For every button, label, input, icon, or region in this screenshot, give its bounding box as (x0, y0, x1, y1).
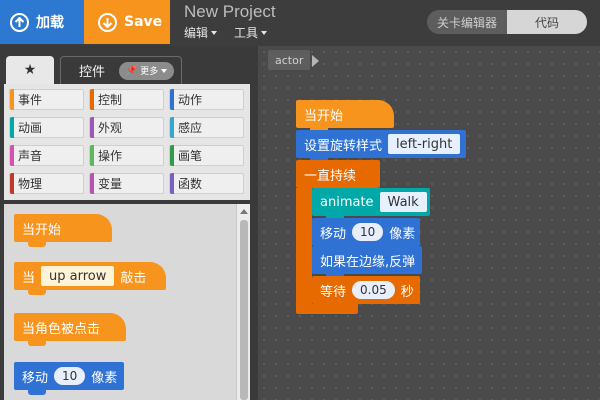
save-label: Save (124, 14, 163, 30)
block-label: 等待 (320, 284, 347, 300)
block-palette-panel: ★ 控件 📌 更多 事件 控制 动作 动画 外观 感应 声音 操作 画笔 物理 … (0, 46, 258, 400)
forever-block-arm (296, 188, 312, 306)
favorites-tab[interactable]: ★ (6, 56, 54, 84)
move-block[interactable]: 移动 10 像素 (14, 362, 124, 395)
category-operators[interactable]: 操作 (89, 145, 164, 166)
when-key-pressed-block[interactable]: 当 up arrow 敲击 (14, 262, 166, 295)
block-label: 如果在边缘,反弹 (320, 254, 416, 270)
load-button[interactable]: 加载 (0, 0, 84, 44)
pin-icon: 📌 (126, 65, 138, 76)
category-grid: 事件 控制 动作 动画 外观 感应 声音 操作 画笔 物理 变量 函数 (4, 84, 250, 200)
when-actor-clicked-block[interactable]: 当角色被点击 (14, 313, 126, 346)
controls-tab[interactable]: 控件 📌 更多 (60, 56, 182, 84)
top-toolbar: 加载 Save New Project 编辑 工具 关卡编辑器 代码 (0, 0, 600, 46)
block-list: 当开始 当 up arrow 敲击 当角色被点击 移动 10 像素 (4, 204, 250, 400)
edit-menu[interactable]: 编辑 (184, 24, 218, 41)
scroll-up-icon[interactable] (239, 209, 248, 214)
save-button[interactable]: Save (84, 0, 170, 44)
wait-seconds-input[interactable]: 0.05 (352, 281, 395, 299)
move-steps-input[interactable]: 10 (352, 223, 384, 241)
block-label: 像素 (389, 226, 416, 242)
load-label: 加载 (36, 15, 64, 31)
code-workspace[interactable]: actor 当开始 设置旋转样式 left-right 一直持续 animate… (258, 46, 600, 400)
block-label: 移动 (320, 226, 347, 242)
block-label: 敲击 (120, 270, 147, 286)
set-rotation-style-block[interactable]: 设置旋转样式 left-right (296, 130, 466, 163)
category-looks[interactable]: 外观 (89, 117, 164, 138)
actor-tab[interactable]: actor (268, 50, 311, 70)
upload-arrow-icon (10, 12, 29, 32)
rotation-style-dropdown[interactable]: left-right (388, 134, 461, 154)
forever-block[interactable]: 一直持续 (296, 160, 380, 188)
bounce-on-edge-block[interactable]: 如果在边缘,反弹 (312, 246, 422, 279)
block-label: 当开始 (304, 108, 344, 124)
block-label: 当开始 (22, 222, 62, 238)
code-toggle[interactable]: 代码 (507, 10, 587, 34)
block-label: 像素 (91, 370, 118, 386)
when-run-block[interactable]: 当开始 (14, 214, 112, 247)
move-steps-input[interactable]: 10 (54, 367, 86, 385)
block-label: 秒 (400, 284, 414, 300)
block-label: 一直持续 (304, 168, 357, 184)
scrollbar-thumb[interactable] (240, 220, 248, 400)
block-label: animate (320, 194, 374, 210)
more-button[interactable]: 📌 更多 (119, 61, 175, 80)
editor-mode-toggle: 关卡编辑器 代码 (427, 10, 587, 34)
chevron-down-icon (211, 30, 218, 35)
project-title[interactable]: New Project (184, 2, 276, 22)
move-block[interactable]: 移动 10 像素 (312, 218, 420, 251)
category-motion[interactable]: 动作 (169, 89, 244, 110)
category-sensing[interactable]: 感应 (169, 117, 244, 138)
more-label: 更多 (140, 67, 159, 77)
category-sound[interactable]: 声音 (9, 145, 84, 166)
category-events[interactable]: 事件 (9, 89, 84, 110)
palette-scrollbar[interactable] (236, 204, 250, 400)
block-label: 移动 (22, 370, 49, 386)
controls-tab-label: 控件 (79, 65, 106, 80)
block-label: 设置旋转样式 (304, 138, 383, 154)
category-control[interactable]: 控制 (89, 89, 164, 110)
wait-block[interactable]: 等待 0.05 秒 (312, 276, 420, 309)
category-animation[interactable]: 动画 (9, 117, 84, 138)
category-pen[interactable]: 画笔 (169, 145, 244, 166)
key-dropdown[interactable]: up arrow (41, 266, 115, 286)
chevron-down-icon (261, 30, 268, 35)
animation-dropdown[interactable]: Walk (379, 192, 427, 212)
level-editor-toggle[interactable]: 关卡编辑器 (427, 10, 507, 34)
category-functions[interactable]: 函数 (169, 173, 244, 194)
category-variables[interactable]: 变量 (89, 173, 164, 194)
play-arrow-icon[interactable] (312, 55, 319, 67)
animate-block[interactable]: animate Walk (312, 188, 430, 221)
tools-menu-label: 工具 (234, 26, 259, 40)
category-physics[interactable]: 物理 (9, 173, 84, 194)
chevron-down-icon (161, 68, 168, 73)
edit-menu-label: 编辑 (184, 26, 209, 40)
block-label: 当 (22, 270, 36, 286)
block-label: 当角色被点击 (22, 321, 101, 337)
tools-menu[interactable]: 工具 (234, 24, 268, 41)
download-arrow-icon (98, 12, 117, 32)
when-run-block[interactable]: 当开始 (296, 100, 394, 133)
star-icon: ★ (23, 62, 37, 78)
